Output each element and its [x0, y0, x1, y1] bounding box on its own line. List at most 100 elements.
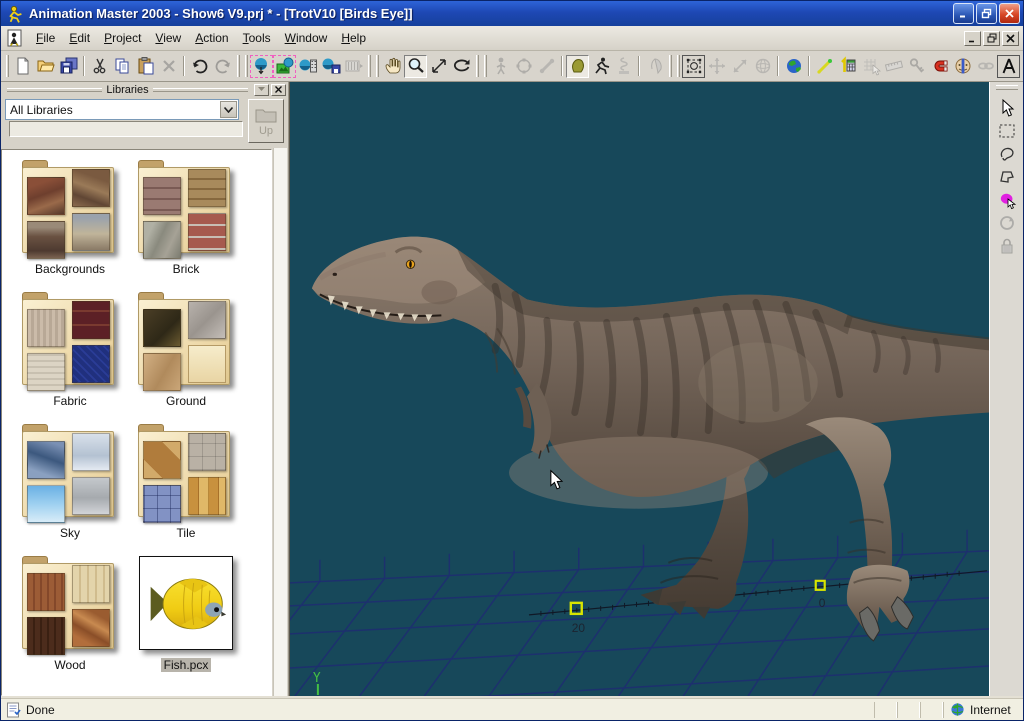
shell-mode-icon[interactable] — [643, 55, 666, 78]
chevron-down-icon[interactable] — [220, 101, 237, 118]
dynamics-mode-icon[interactable] — [612, 55, 635, 78]
rect-select-tool-icon[interactable] — [995, 119, 1019, 142]
library-filter-dropdown[interactable]: All Libraries — [5, 99, 239, 120]
library-item-wood[interactable]: Wood — [12, 556, 128, 688]
keyframe-calculator-icon[interactable] — [836, 55, 859, 78]
path-marker-label: 0 — [819, 596, 826, 610]
mdi-restore-button[interactable] — [983, 31, 1000, 46]
grid-snap-icon[interactable] — [859, 55, 882, 78]
undo-icon[interactable] — [188, 55, 211, 78]
menu-edit[interactable]: Edit — [62, 28, 97, 48]
toolbar-grip[interactable] — [677, 55, 680, 77]
library-item-fabric[interactable]: Fabric — [12, 292, 128, 424]
library-item-ground[interactable]: Ground — [128, 292, 244, 424]
libraries-panel-header[interactable]: Libraries — [1, 82, 288, 96]
main-toolbar — [1, 51, 1023, 82]
toolbar-grip[interactable] — [368, 55, 371, 77]
library-item-brick[interactable]: Brick — [128, 160, 244, 292]
ruler-tool-icon[interactable] — [882, 55, 905, 78]
polygon-lasso-tool-icon[interactable] — [995, 165, 1019, 188]
cut-icon[interactable] — [88, 55, 111, 78]
copy-icon[interactable] — [111, 55, 134, 78]
library-item-fish[interactable]: Fish.pcx — [128, 556, 244, 688]
menu-window[interactable]: Window — [278, 28, 335, 48]
mdi-close-button[interactable] — [1002, 31, 1019, 46]
toolbar-separator — [777, 56, 779, 76]
menu-view[interactable]: View — [148, 28, 188, 48]
open-icon[interactable] — [34, 55, 57, 78]
render-to-movie-icon[interactable] — [296, 55, 319, 78]
panel-rollup-button[interactable] — [254, 84, 269, 96]
render-to-file-icon[interactable] — [319, 55, 342, 78]
lasso-tool-icon[interactable] — [995, 142, 1019, 165]
panel-grip-line — [7, 88, 102, 92]
toolbar-grip[interactable] — [376, 55, 379, 77]
delete-icon[interactable] — [157, 55, 180, 78]
toolbar-grip[interactable] — [484, 55, 487, 77]
render-preview-icon[interactable] — [250, 55, 273, 78]
save-all-icon[interactable] — [57, 55, 80, 78]
panel-close-button[interactable] — [271, 84, 286, 96]
library-scrollbar[interactable] — [273, 148, 287, 696]
pointer-tool-icon[interactable] — [995, 96, 1019, 119]
magnet-mode-icon[interactable] — [928, 55, 951, 78]
figure-mode-icon[interactable] — [489, 55, 512, 78]
library-item-sky[interactable]: Sky — [12, 424, 128, 556]
vector-tool-icon[interactable] — [813, 55, 836, 78]
menu-tools[interactable]: Tools — [236, 28, 278, 48]
font-tool-icon[interactable] — [997, 55, 1020, 78]
scale-manipulator-icon[interactable] — [728, 55, 751, 78]
modeling-mode-icon[interactable] — [512, 55, 535, 78]
rotate-manipulator-icon[interactable] — [751, 55, 774, 78]
library-item-tile[interactable]: Tile — [128, 424, 244, 556]
menu-file[interactable]: File — [29, 28, 62, 48]
up-button[interactable]: Up — [248, 99, 284, 143]
close-button[interactable] — [999, 3, 1020, 24]
menu-project[interactable]: Project — [97, 28, 148, 48]
toolbar-grip[interactable] — [6, 55, 9, 77]
redo-icon[interactable] — [211, 55, 234, 78]
chain-link-icon[interactable] — [974, 55, 997, 78]
texture-thumb — [72, 169, 110, 207]
turn-view-icon[interactable] — [450, 55, 473, 78]
bound-manipulator-icon[interactable] — [682, 55, 705, 78]
toolbar-grip[interactable] — [245, 55, 248, 77]
paste-icon[interactable] — [134, 55, 157, 78]
library-path-field[interactable] — [9, 121, 243, 137]
restore-button[interactable] — [976, 3, 997, 24]
toolbar-grip[interactable] — [476, 55, 479, 77]
pan-hand-icon[interactable] — [381, 55, 404, 78]
library-item-backgrounds[interactable]: Backgrounds — [12, 160, 128, 292]
texture-thumb — [143, 309, 181, 347]
texture-thumb — [72, 565, 110, 603]
menu-action[interactable]: Action — [188, 28, 235, 48]
window-title: Animation Master 2003 - Show6 V9.prj * -… — [29, 6, 953, 21]
minimize-button[interactable] — [953, 3, 974, 24]
subfolder-icon — [188, 345, 226, 383]
path-marker-label: 20 — [572, 621, 586, 635]
mirror-mode-icon[interactable] — [951, 55, 974, 78]
folder-icon — [138, 160, 234, 254]
zoom-region-icon[interactable] — [427, 55, 450, 78]
mdi-minimize-button[interactable] — [964, 31, 981, 46]
translate-manipulator-icon[interactable] — [705, 55, 728, 78]
toolbar-grip[interactable] — [237, 55, 240, 77]
skin-mode-icon[interactable] — [566, 55, 589, 78]
palette-grip[interactable] — [996, 85, 1018, 90]
bones-mode-icon[interactable] — [535, 55, 558, 78]
zoom-magnifier-icon[interactable] — [404, 55, 427, 78]
toolbar-grip[interactable] — [669, 55, 672, 77]
lock-tool-icon[interactable] — [995, 234, 1019, 257]
action-mode-icon[interactable] — [589, 55, 612, 78]
render-add-image-icon[interactable] — [273, 55, 296, 78]
security-zone: Internet — [943, 702, 1021, 718]
birds-eye-viewport[interactable]: 20 0 — [289, 82, 989, 696]
group-tool-icon[interactable] — [995, 188, 1019, 211]
key-tool-icon[interactable] — [905, 55, 928, 78]
new-icon[interactable] — [11, 55, 34, 78]
film-strip-icon[interactable] — [342, 55, 365, 78]
world-globe-icon[interactable] — [782, 55, 805, 78]
rotate-tool-icon[interactable] — [995, 211, 1019, 234]
menu-help[interactable]: Help — [334, 28, 373, 48]
trex-model[interactable] — [312, 237, 989, 641]
